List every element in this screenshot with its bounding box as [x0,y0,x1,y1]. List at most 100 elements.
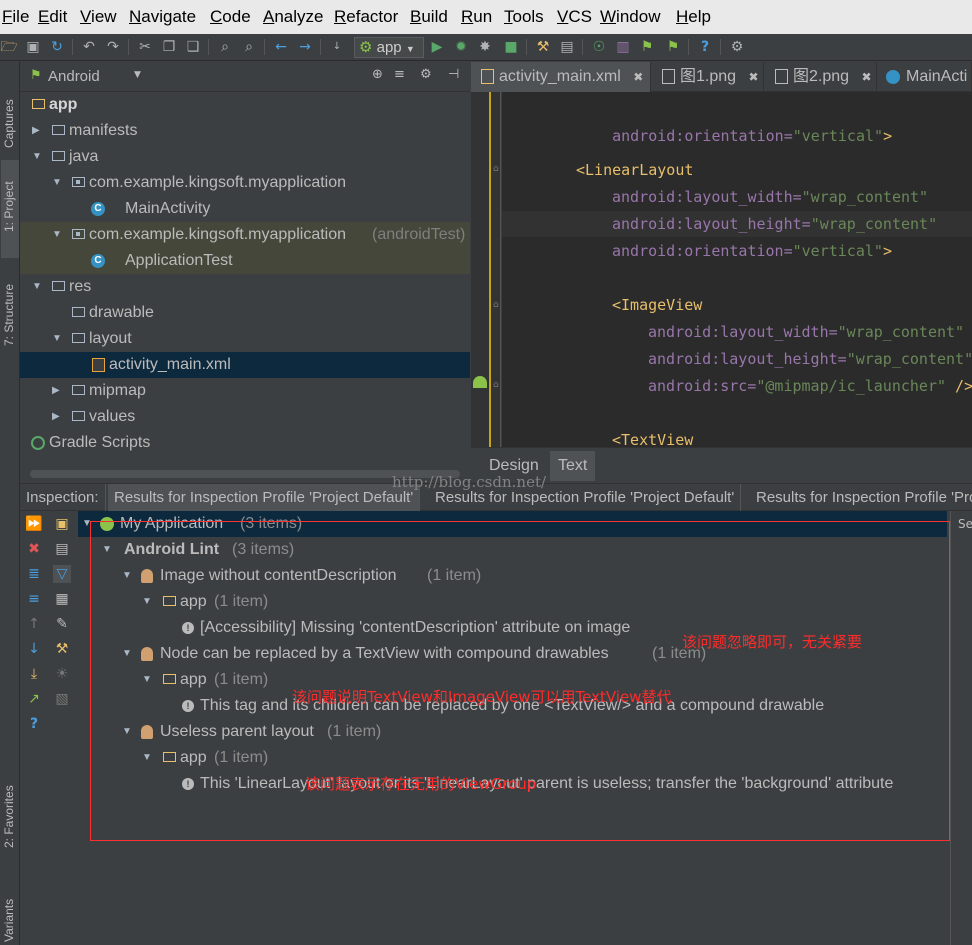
menu-navigate[interactable]: Navigate [129,7,196,27]
down-icon[interactable]: ↓ [25,640,43,658]
tree-item-gradle-scripts[interactable]: Gradle Scripts [20,430,470,456]
tree-item-mipmap[interactable]: ▶ mipmap [20,378,470,404]
scroll-from-source-icon[interactable]: ⊕ [372,67,383,82]
rerun-icon[interactable]: ⏩ [25,515,43,533]
save-icon[interactable]: ▣ [24,38,42,56]
forward-icon[interactable]: → [296,38,314,56]
tab-activity-main-xml[interactable]: activity_main.xml ✖ [471,62,651,92]
close-icon[interactable]: ✖ [25,540,43,558]
menu-view[interactable]: View [80,7,117,27]
tree-item-package-test[interactable]: ▼ com.example.kingsoft.myapplication (an… [20,222,470,248]
sdk-manager-icon[interactable]: ▤ [558,38,576,56]
tab-structure[interactable]: 7: Structure [1,268,19,358]
settings-icon[interactable]: ⚙ [728,38,746,56]
menu-analyze[interactable]: Analyze [263,7,323,27]
autoscroll-icon[interactable]: ▦ [53,590,71,608]
menu-help[interactable]: Help [676,7,711,27]
avd-manager-icon[interactable]: ☉ [590,38,608,56]
attach-debugger-icon[interactable]: ✸ [476,38,494,56]
sync-icon[interactable]: ↻ [48,38,66,56]
bulb-icon[interactable]: ☀ [53,665,71,683]
tree-item-layout[interactable]: ▼ layout [20,326,470,352]
xml-file-icon [481,69,494,84]
android-device-icon[interactable]: ⚑ [664,38,682,56]
project-panel-header: ⚑ Android ▼ ⊕ ≡ ⚙ ⊣ [20,62,470,92]
group-by-icon[interactable]: ▣ [53,515,71,533]
gear-icon[interactable]: ⚙ [420,67,432,82]
run-config-select[interactable]: ⚙ app ▼ [354,37,424,58]
watermark: http://blog.csdn.net/ [392,473,547,491]
back-icon[interactable]: ← [272,38,290,56]
menu-window[interactable]: Window [600,7,660,27]
menu-vcs[interactable]: VCS [557,7,592,27]
tree-item-app[interactable]: app [20,92,470,118]
debug-icon[interactable]: ✹ [452,38,470,56]
tree-item-drawable[interactable]: drawable [20,300,470,326]
collapse-all-icon[interactable]: ≡ [25,590,43,608]
tree-item-package-main[interactable]: ▼ com.example.kingsoft.myapplication [20,170,470,196]
edit-settings-icon[interactable]: ✎ [53,615,71,633]
run-icon[interactable]: ▶ [428,38,446,56]
tab-captures[interactable]: Captures [1,70,19,156]
tab-inspection-result-1[interactable]: Results for Inspection Profile 'Project … [108,484,421,511]
annotation-viewgroup: 该问题表示存在无用的ViewGroup [305,775,537,793]
export-icon[interactable]: ▤ [53,540,71,558]
project-tree: app ▶ manifests ▼ java ▼ com.example.kin… [20,92,470,482]
code-line: android:layout_height="wrap_content" [612,215,938,233]
tree-item-activity-main-xml[interactable]: activity_main.xml [20,352,470,378]
stop-icon[interactable]: ■ [502,38,520,56]
hide-panel-icon[interactable]: ⊣ [448,67,459,82]
tab-mainactivity[interactable]: MainActi [878,62,972,92]
menu-refactor[interactable]: Refactor [334,7,398,27]
tree-item-res[interactable]: ▼ res [20,274,470,300]
open-folder-icon[interactable]: 🗁 [0,38,18,56]
make-project-icon[interactable]: ↓ [328,38,346,56]
tab-variants[interactable]: Variants [1,882,19,942]
menu-code[interactable]: Code [210,7,251,27]
copy-icon[interactable]: ❐ [160,38,178,56]
download-icon[interactable]: ⤓ [25,665,43,683]
tab-inspection-result-3[interactable]: Results for Inspection Profile 'Pro [750,484,972,511]
android-icon: ⚙ [359,39,373,56]
help-icon[interactable]: ? [696,38,714,56]
find-icon[interactable]: ⌕ [216,38,234,56]
tab-project[interactable]: 1: Project [1,160,19,258]
export-file-icon[interactable]: ↗ [25,690,43,708]
up-icon[interactable]: ↑ [25,615,43,633]
code-line: <LinearLayout [576,161,694,179]
cut-icon[interactable]: ✂ [136,38,154,56]
close-icon: ✖ [633,70,644,84]
redo-icon[interactable]: ↷ [104,38,122,56]
paste-icon[interactable]: ❑ [184,38,202,56]
project-structure-icon[interactable]: ⚒ [534,38,552,56]
replace-icon[interactable]: ⌕ [240,38,258,56]
android-sdk-icon[interactable]: ⚑ [638,38,656,56]
tree-item-java[interactable]: ▼ java [20,144,470,170]
tab-favorites[interactable]: 2: Favorites [1,770,19,860]
tab-text[interactable]: Text [550,451,596,481]
tree-item-mainactivity[interactable]: C MainActivity [20,196,470,222]
menu-edit[interactable]: Edit [38,7,67,27]
project-view-selector[interactable]: Android [48,68,100,85]
code-editor[interactable]: android:orientation="vertical"> <LinearL… [502,92,972,449]
device-monitor-icon[interactable]: ▥ [614,38,632,56]
chevron-down-icon: ▼ [405,44,415,54]
menu-file[interactable]: File [2,7,29,27]
undo-icon[interactable]: ↶ [80,38,98,56]
tree-item-values[interactable]: ▶ values [20,404,470,430]
chevron-down-icon[interactable]: ▼ [134,70,141,80]
filter-icon[interactable]: ▽ [53,565,71,583]
menu-build[interactable]: Build [410,7,448,27]
inspection-detail-panel[interactable]: Se [950,511,972,945]
menu-tools[interactable]: Tools [504,7,544,27]
suppress-icon[interactable]: ▧ [53,690,71,708]
expand-all-icon[interactable]: ≣ [25,565,43,583]
tree-item-applicationtest[interactable]: C ApplicationTest [20,248,470,274]
tab-image2[interactable]: 图2.png ✖ [765,62,877,92]
tab-image1[interactable]: 图1.png ✖ [652,62,764,92]
tree-item-manifests[interactable]: ▶ manifests [20,118,470,144]
help-icon[interactable]: ? [25,715,43,733]
menu-run[interactable]: Run [461,7,492,27]
wrench-icon[interactable]: ⚒ [53,640,71,658]
collapse-all-icon[interactable]: ≡ [394,67,405,82]
